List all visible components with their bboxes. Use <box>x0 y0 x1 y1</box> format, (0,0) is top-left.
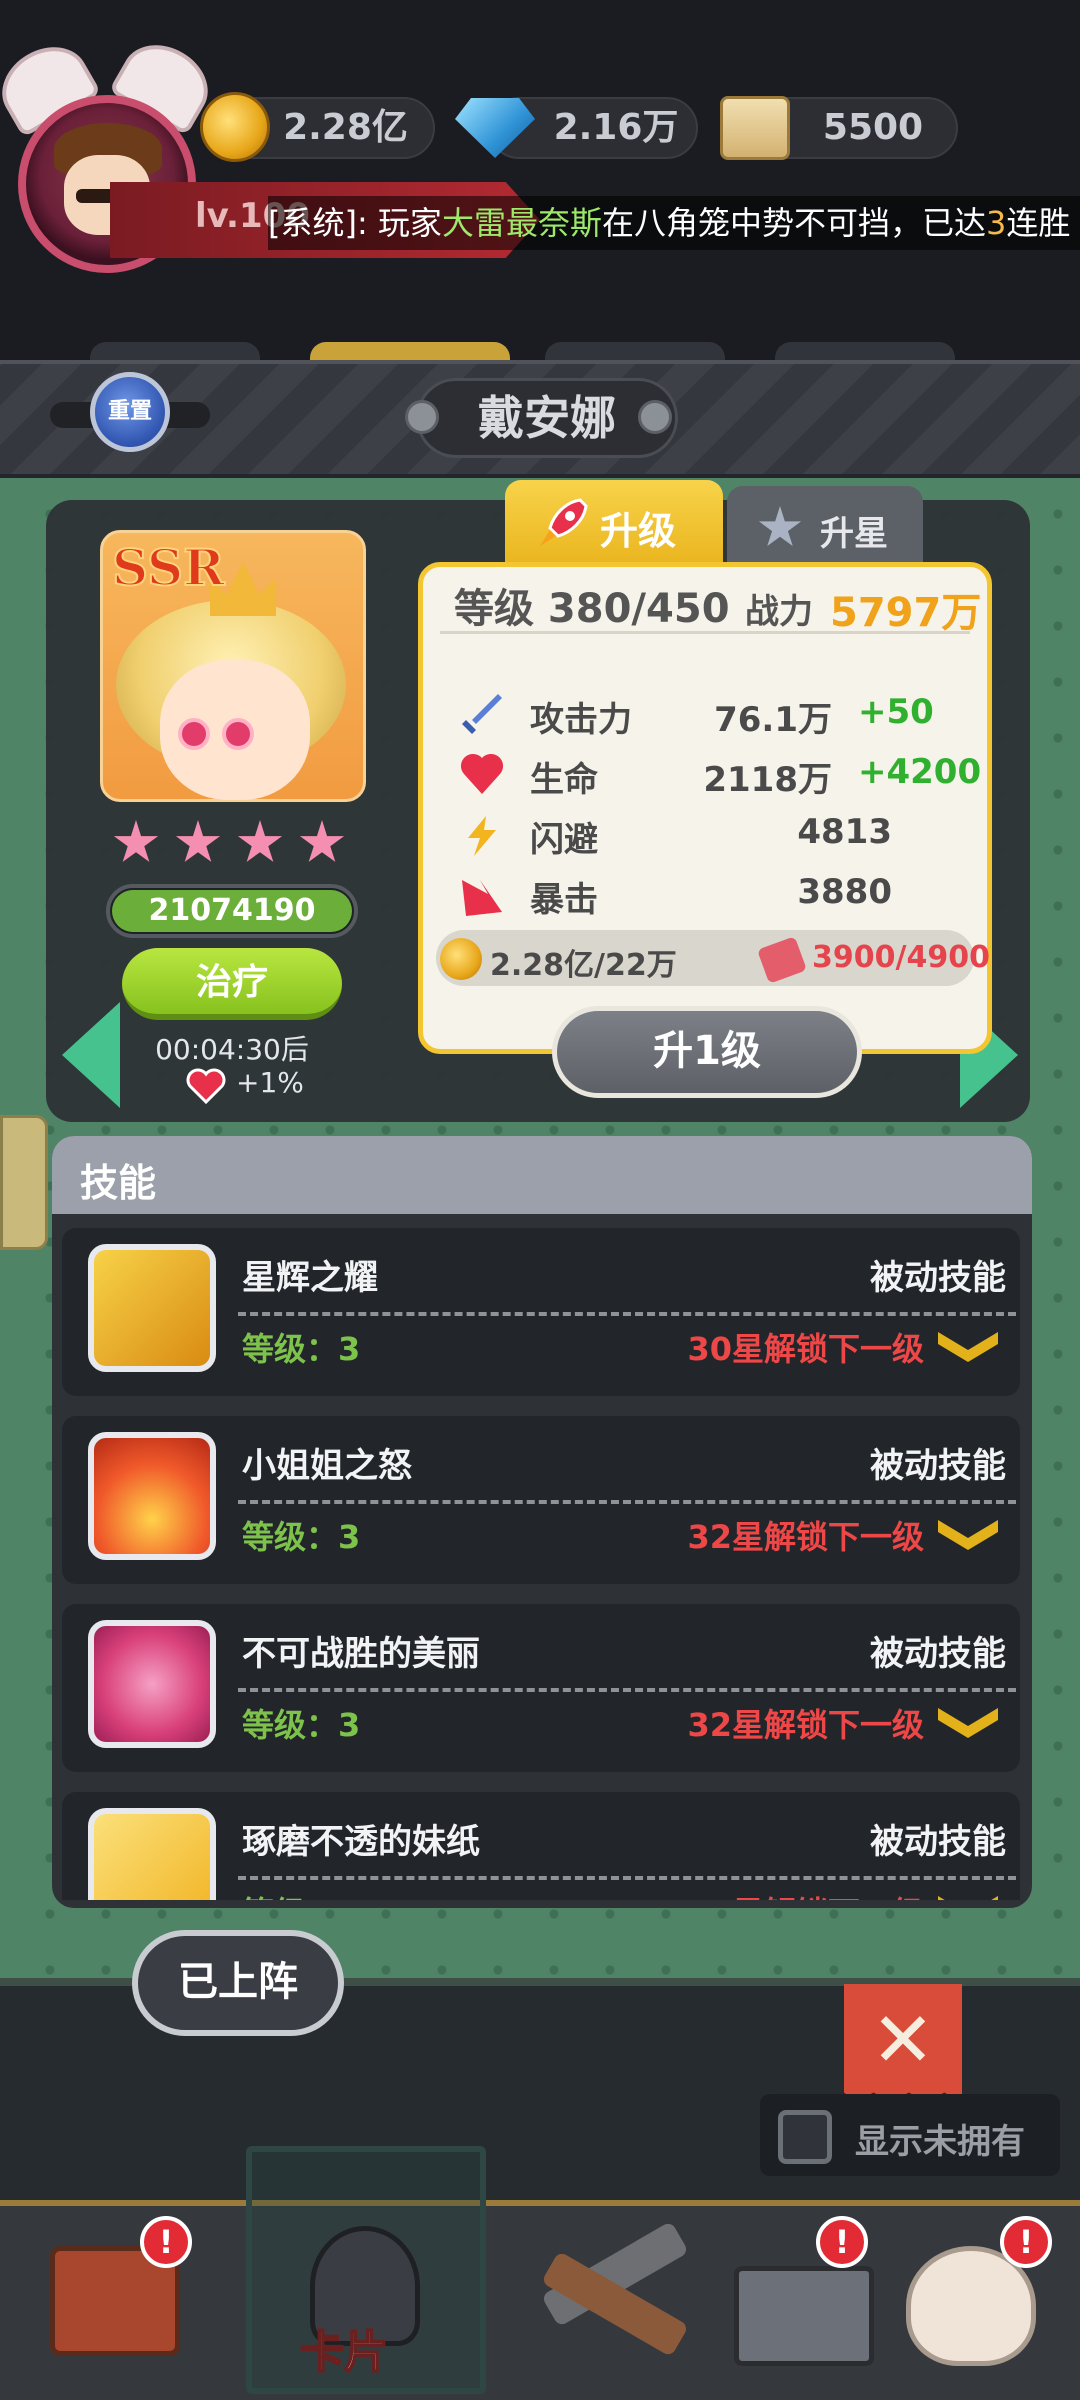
skill-row[interactable]: 琢磨不透的妹纸 被动技能 等级：3 32星解锁下一级 <box>62 1792 1020 1900</box>
sword-icon <box>462 694 502 734</box>
ticker-count: 3 <box>985 204 1007 242</box>
nav-shop[interactable]: ! <box>30 2216 200 2386</box>
divider <box>238 1876 1016 1880</box>
stat-value: 2118万 <box>703 760 832 800</box>
coin-icon <box>200 92 270 162</box>
portrait-eye <box>178 718 210 750</box>
skill-name: 小姐姐之怒 <box>242 1446 412 1486</box>
ticker-suffix: 连胜 <box>1006 204 1071 242</box>
heart-icon <box>460 753 504 794</box>
heal-timer: 00:04:30后 <box>155 1033 309 1066</box>
mystery-icon <box>88 1808 216 1900</box>
stat-value: 4813 <box>797 812 892 852</box>
dodge-icon <box>468 816 496 856</box>
stat-value: 3880 <box>797 872 892 912</box>
stat-name: 攻击力 <box>530 700 632 740</box>
deployed-button[interactable]: 已上阵 <box>132 1930 344 2036</box>
close-icon: ✕ <box>871 1995 935 2084</box>
skill-type: 被动技能 <box>870 1258 1006 1298</box>
stat-name: 暴击 <box>530 880 598 920</box>
nav-battle[interactable] <box>530 2216 700 2386</box>
chevron-down-icon[interactable] <box>938 1520 998 1550</box>
power-value: 21074190 <box>148 893 316 928</box>
skill-level: 等级：3 <box>242 1330 361 1368</box>
coin-icon <box>440 938 482 980</box>
stat-bonus: +50 <box>858 692 934 732</box>
stat-bonus: +4200 <box>858 752 982 792</box>
heal-button[interactable]: 治疗 <box>122 948 342 1020</box>
stat-value: 76.1万 <box>714 700 832 740</box>
portrait-eye <box>222 718 254 750</box>
heal-bonus: +1% <box>236 1066 304 1099</box>
nav-boss[interactable]: ! <box>890 2216 1060 2386</box>
side-drawer-tab[interactable] <box>0 1115 48 1250</box>
ticker-mid: 在八角笼中势不可挡，已达 <box>601 204 986 242</box>
divider <box>238 1312 1016 1316</box>
stat-name: 闪避 <box>530 820 598 860</box>
material-cost: 3900/4900 <box>812 940 990 975</box>
skill-unlock-hint: 32星解锁下一级 <box>687 1518 924 1556</box>
combat-power-value: 5797万 <box>830 590 982 636</box>
gold-cost: 2.28亿/22万 <box>490 948 677 983</box>
rarity-badge: SSR <box>111 537 226 598</box>
stat-name: 生命 <box>530 760 598 800</box>
skill-row[interactable]: 不可战胜的美丽 被动技能 等级：3 32星解锁下一级 <box>62 1604 1020 1772</box>
divider <box>238 1500 1016 1504</box>
hero-name: 戴安娜 <box>478 391 616 445</box>
skill-unlock-hint: 32星解锁下一级 <box>687 1706 924 1744</box>
chevron-down-icon[interactable] <box>938 1708 998 1738</box>
chevron-down-icon[interactable] <box>938 1896 998 1900</box>
show-unowned-checkbox[interactable] <box>778 2110 832 2164</box>
show-unowned-label: 显示未拥有 <box>855 2122 1025 2162</box>
rocket-icon <box>540 498 588 546</box>
skill-name: 琢磨不透的妹纸 <box>242 1822 480 1862</box>
skill-type: 被动技能 <box>870 1634 1006 1674</box>
system-ticker: [系统]: 玩家大雷最奈斯在八角笼中势不可挡，已达3连胜 <box>268 196 1080 250</box>
skill-unlock-hint: 32星解锁下一级 <box>687 1888 924 1900</box>
skill-level: 等级：3 <box>242 1888 360 1900</box>
nav-cards-label: 卡片 <box>299 2326 389 2379</box>
ticker-prefix: [系统]: 玩家 <box>268 204 442 242</box>
hero-level: 等级 380/450 <box>454 586 730 632</box>
win-trophy-icon <box>88 1620 216 1748</box>
skills-list[interactable]: 星辉之耀 被动技能 等级：3 30星解锁下一级 小姐姐之怒 被动技能 等级：3 … <box>52 1214 1032 1900</box>
divider <box>238 1688 1016 1692</box>
skill-level: 等级：3 <box>242 1706 361 1744</box>
skill-type: 被动技能 <box>870 1446 1006 1486</box>
skills-header <box>52 1136 1032 1214</box>
screen: 2.28亿 2.16万 5500 lv.100 [系统]: 玩家大雷最奈斯在八角… <box>0 0 1080 2400</box>
skill-type: 被动技能 <box>870 1822 1006 1862</box>
notification-badge: ! <box>816 2216 868 2268</box>
notification-badge: ! <box>1000 2216 1052 2268</box>
ticker-player: 大雷最奈斯 <box>441 204 602 242</box>
skill-row[interactable]: 星辉之耀 被动技能 等级：3 30星解锁下一级 <box>62 1228 1020 1396</box>
combat-power-label: 战力 <box>745 592 813 632</box>
skill-name: 不可战胜的美丽 <box>242 1634 480 1674</box>
heart-icon <box>186 1068 226 1104</box>
chevron-down-icon[interactable] <box>938 1332 998 1362</box>
star-burst-icon <box>88 1244 216 1372</box>
safe-icon <box>734 2266 874 2366</box>
skills-title: 技能 <box>80 1161 157 1205</box>
notification-badge: ! <box>140 2216 192 2268</box>
nav-treasure[interactable]: ! <box>720 2216 890 2386</box>
scroll-icon <box>720 96 790 160</box>
flame-icon <box>88 1432 216 1560</box>
tab-upgrade-label: 升级 <box>600 509 677 553</box>
upgrade-button[interactable]: 升1级 <box>552 1006 862 1098</box>
skill-unlock-hint: 30星解锁下一级 <box>687 1330 924 1368</box>
reset-button[interactable]: 重置 <box>90 372 170 452</box>
skill-level: 等级：3 <box>242 1518 361 1556</box>
tab-star-label: 升星 <box>820 514 888 554</box>
skill-name: 星辉之耀 <box>242 1258 378 1298</box>
skill-row[interactable]: 小姐姐之怒 被动技能 等级：3 32星解锁下一级 <box>62 1416 1020 1584</box>
crit-icon <box>462 880 502 916</box>
